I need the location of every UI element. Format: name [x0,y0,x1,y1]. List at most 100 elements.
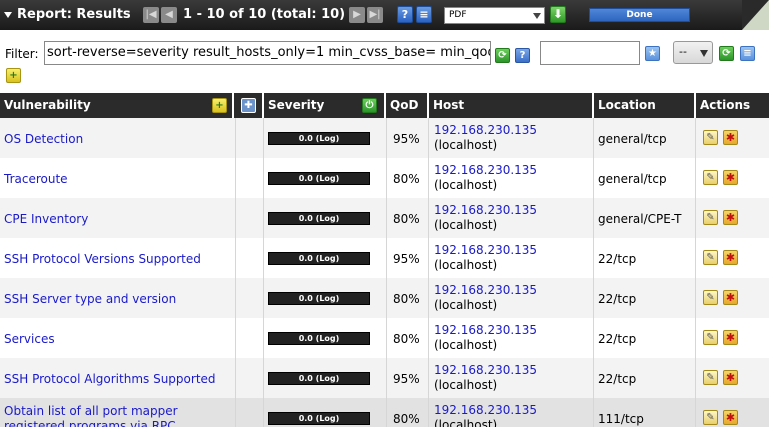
qod-value: 80% [393,292,420,306]
table-row: SSH Protocol Versions Supported 0.0 (Log… [0,238,769,278]
vulnerability-link[interactable]: Obtain list of all port mapper registere… [4,404,224,427]
first-page-icon[interactable]: |◀ [143,7,159,23]
progress-done-bar: Done [589,8,690,22]
vulnerability-link[interactable]: Traceroute [4,172,68,186]
column-divider [593,118,594,427]
override-icon[interactable]: ✱ [723,410,738,425]
location-value: 22/tcp [598,372,637,386]
override-icon[interactable]: ✱ [723,210,738,225]
refresh-icon[interactable]: ⟳ [495,48,510,63]
help-icon[interactable]: ? [397,6,413,23]
column-divider [263,118,264,427]
list-icon[interactable]: ≡ [740,46,755,61]
host-name: (localhost) [434,418,498,427]
qod-value: 80% [393,412,420,426]
column-divider [428,118,429,427]
override-icon[interactable]: ✱ [723,250,738,265]
list-icon[interactable]: ≡ [416,6,432,23]
column-vulnerability-label: Vulnerability [4,98,91,112]
table-row: CPE Inventory 0.0 (Log) 80% 192.168.230.… [0,198,769,238]
collapse-triangle-icon[interactable] [4,12,12,18]
report-format-value: PDF [449,10,467,20]
override-icon[interactable]: ✱ [723,330,738,345]
note-icon[interactable]: ✎ [703,250,718,265]
note-icon[interactable]: ✎ [703,410,718,425]
note-icon[interactable]: ✎ [703,210,718,225]
download-icon[interactable]: ⬇ [550,6,566,23]
table-header: Vulnerability + ✚ Severity ⏻ QoD Host Lo… [0,93,769,118]
vulnerability-link[interactable]: OS Detection [4,132,83,146]
saved-filter-select[interactable]: -- [673,41,713,64]
host-ip-link[interactable]: 192.168.230.135 [434,123,537,137]
filter-name-input[interactable] [540,41,640,65]
note-icon[interactable]: ✎ [703,130,718,145]
host-ip-link[interactable]: 192.168.230.135 [434,283,537,297]
qod-value: 95% [393,252,420,266]
severity-bar: 0.0 (Log) [268,212,370,225]
vulnerability-link[interactable]: Services [4,332,55,346]
host-ip-link[interactable]: 192.168.230.135 [434,163,537,177]
host-ip-link[interactable]: 192.168.230.135 [434,243,537,257]
location-value: general/tcp [598,132,667,146]
column-host[interactable]: Host [429,93,594,118]
save-filter-star-icon[interactable]: ★ [645,46,660,61]
host-ip-link[interactable]: 192.168.230.135 [434,363,537,377]
column-severity-label: Severity [268,98,325,112]
location-value: general/CPE-T [598,212,682,226]
override-icon[interactable]: ✱ [723,170,738,185]
qod-value: 95% [393,372,420,386]
vulnerability-link[interactable]: SSH Protocol Algorithms Supported [4,372,216,386]
new-note-icon[interactable]: + [212,98,227,113]
vulnerability-link[interactable]: SSH Protocol Versions Supported [4,252,201,266]
new-filter-icon[interactable]: + [6,68,21,83]
note-icon[interactable]: ✎ [703,370,718,385]
column-actions: Actions [696,93,769,118]
filter-label: Filter: [5,47,39,61]
progress-done-label: Done [626,10,653,20]
column-location[interactable]: Location [594,93,696,118]
table-row: Traceroute 0.0 (Log) 80% 192.168.230.135… [0,158,769,198]
column-divider [235,118,236,427]
report-format-select[interactable]: PDF [444,7,545,24]
note-icon[interactable]: ✎ [703,170,718,185]
vulnerability-link[interactable]: CPE Inventory [4,212,88,226]
location-value: 111/tcp [598,412,644,426]
note-icon[interactable]: ✎ [703,330,718,345]
column-location-label: Location [598,98,656,112]
table-row: OS Detection 0.0 (Log) 95% 192.168.230.1… [0,118,769,158]
power-icon[interactable]: ⏻ [362,98,377,113]
override-icon[interactable]: ✱ [723,130,738,145]
column-host-label: Host [433,98,465,112]
severity-bar: 0.0 (Log) [268,292,370,305]
host-ip-link[interactable]: 192.168.230.135 [434,203,537,217]
severity-bar: 0.0 (Log) [268,372,370,385]
note-icon[interactable]: ✎ [703,290,718,305]
host-ip-link[interactable]: 192.168.230.135 [434,403,537,417]
previous-page-icon[interactable]: ◀ [161,7,177,23]
column-qod-label: QoD [390,98,419,112]
host-ip-link[interactable]: 192.168.230.135 [434,323,537,337]
next-page-icon[interactable]: ▶ [349,7,365,23]
overrides-icon[interactable]: ✚ [241,98,256,113]
location-value: general/tcp [598,172,667,186]
help-icon[interactable]: ? [515,48,530,63]
column-vulnerability[interactable]: Vulnerability [0,93,234,118]
host-name: (localhost) [434,258,498,272]
override-icon[interactable]: ✱ [723,370,738,385]
severity-bar: 0.0 (Log) [268,132,370,145]
qod-value: 80% [393,332,420,346]
host-name: (localhost) [434,178,498,192]
qod-value: 95% [393,132,420,146]
filter-input[interactable]: sort-reverse=severity result_hosts_only=… [44,41,491,65]
vulnerability-link[interactable]: SSH Server type and version [4,292,176,306]
column-divider [695,118,696,427]
override-icon[interactable]: ✱ [723,290,738,305]
chevron-down-icon [700,50,708,57]
severity-bar: 0.0 (Log) [268,252,370,265]
table-row: SSH Protocol Algorithms Supported 0.0 (L… [0,358,769,398]
severity-bar: 0.0 (Log) [268,412,370,425]
last-page-icon[interactable]: ▶| [367,7,383,23]
saved-filter-value: -- [679,45,687,58]
column-qod[interactable]: QoD [386,93,429,118]
refresh-icon[interactable]: ⟳ [719,46,734,61]
